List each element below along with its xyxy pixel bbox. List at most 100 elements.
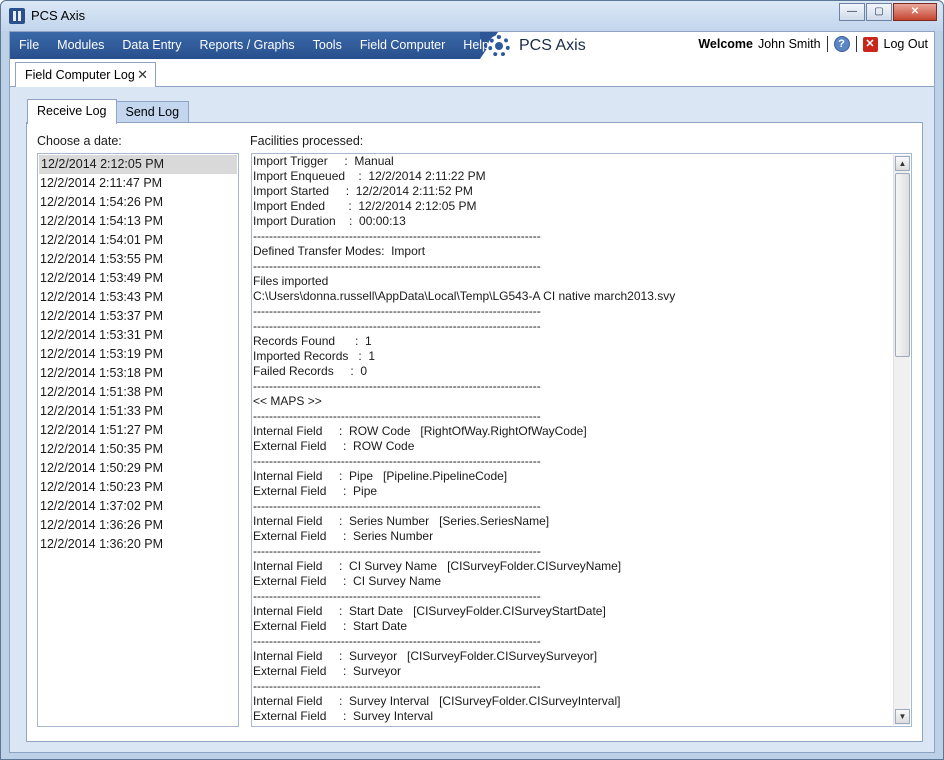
log-line: Internal Field : ROW Code [RightOfWay.Ri… bbox=[253, 424, 587, 438]
date-list-item[interactable]: 12/2/2014 1:53:18 PM bbox=[38, 364, 238, 383]
date-list-item[interactable]: 12/2/2014 1:54:01 PM bbox=[38, 231, 238, 250]
log-line: Import Enqueued : 12/2/2014 2:11:22 PM bbox=[253, 169, 486, 183]
close-tab-icon[interactable]: ✕ bbox=[137, 63, 148, 87]
log-line: ----------------------------------------… bbox=[253, 499, 541, 513]
log-line: External Field : Pipe bbox=[253, 484, 378, 498]
minimize-button[interactable]: — bbox=[839, 3, 865, 21]
date-list[interactable]: 12/2/2014 2:12:05 PM 12/2/2014 2:11:47 PM… bbox=[37, 153, 239, 727]
user-area: Welcome John Smith ? ✕ Log Out bbox=[698, 36, 928, 52]
log-line: ----------------------------------------… bbox=[253, 319, 541, 333]
window-title: PCS Axis bbox=[31, 8, 86, 23]
date-list-item[interactable]: 12/2/2014 1:53:55 PM bbox=[38, 250, 238, 269]
log-line: ----------------------------------------… bbox=[253, 454, 541, 468]
date-list-item[interactable]: 12/2/2014 1:51:27 PM bbox=[38, 421, 238, 440]
log-line: External Field : Surveyor bbox=[253, 664, 402, 678]
menu-tools[interactable]: Tools bbox=[304, 32, 351, 59]
scroll-thumb[interactable] bbox=[895, 173, 910, 357]
divider bbox=[826, 36, 828, 52]
date-list-item[interactable]: 12/2/2014 1:53:37 PM bbox=[38, 307, 238, 326]
log-line: Imported Records : 1 bbox=[253, 349, 376, 363]
tab-receive-log[interactable]: Receive Log bbox=[27, 99, 117, 124]
title-bar[interactable]: PCS Axis — ▢ ✕ bbox=[1, 1, 943, 31]
log-line: Files imported bbox=[253, 274, 329, 288]
log-line: Internal Field : Surveyor [CISurveyFolde… bbox=[253, 649, 598, 663]
date-list-item[interactable]: 12/2/2014 1:53:31 PM bbox=[38, 326, 238, 345]
log-line: Internal Field : Series Number [Series.S… bbox=[253, 514, 550, 528]
log-line: Defined Transfer Modes: Import bbox=[253, 244, 426, 258]
menu-bar: File Modules Data Entry Reports / Graphs… bbox=[10, 32, 934, 59]
log-line: ----------------------------------------… bbox=[253, 259, 541, 273]
log-line: ----------------------------------------… bbox=[253, 589, 541, 603]
document-body: Receive Log Send Log Choose a date: 12/2… bbox=[10, 87, 934, 752]
maximize-button[interactable]: ▢ bbox=[866, 3, 892, 21]
date-list-item[interactable]: 12/2/2014 1:36:20 PM bbox=[38, 535, 238, 554]
main-menu: File Modules Data Entry Reports / Graphs… bbox=[10, 32, 498, 59]
date-list-item[interactable]: 12/2/2014 2:11:47 PM bbox=[38, 174, 238, 193]
log-line: ----------------------------------------… bbox=[253, 304, 541, 318]
log-line: ----------------------------------------… bbox=[253, 679, 541, 693]
date-list-item[interactable]: 12/2/2014 1:50:23 PM bbox=[38, 478, 238, 497]
document-tabs: Field Computer Log ✕ bbox=[10, 59, 934, 88]
log-line: External Field : CI Survey Name bbox=[253, 574, 442, 588]
vertical-scrollbar[interactable]: ▲ ▼ bbox=[893, 155, 910, 725]
log-line: Import Started : 12/2/2014 2:11:52 PM bbox=[253, 184, 473, 198]
date-list-item[interactable]: 12/2/2014 2:12:05 PM bbox=[39, 155, 237, 174]
tab-field-computer-log[interactable]: Field Computer Log ✕ bbox=[15, 62, 156, 88]
scroll-down-icon[interactable]: ▼ bbox=[895, 709, 910, 724]
log-line: Import Duration : 00:00:13 bbox=[253, 214, 406, 228]
log-line: ----------------------------------------… bbox=[253, 544, 541, 558]
log-line: << MAPS >> bbox=[253, 394, 322, 408]
app-logo-icon bbox=[9, 8, 25, 24]
date-list-item[interactable]: 12/2/2014 1:50:35 PM bbox=[38, 440, 238, 459]
log-line: ----------------------------------------… bbox=[253, 379, 541, 393]
close-window-button[interactable]: ✕ bbox=[893, 3, 937, 21]
date-list-item[interactable]: 12/2/2014 1:54:26 PM bbox=[38, 193, 238, 212]
date-list-item[interactable]: 12/2/2014 1:53:43 PM bbox=[38, 288, 238, 307]
log-content: Import Trigger : Manual Import Enqueued :… bbox=[252, 154, 892, 724]
date-list-item[interactable]: 12/2/2014 1:51:33 PM bbox=[38, 402, 238, 421]
menu-modules[interactable]: Modules bbox=[48, 32, 113, 59]
welcome-label: Welcome bbox=[698, 37, 753, 51]
log-line: Import Trigger : Manual bbox=[253, 154, 394, 168]
menu-reports-graphs[interactable]: Reports / Graphs bbox=[190, 32, 303, 59]
log-line: External Field : Survey Interval bbox=[253, 709, 434, 723]
logout-icon[interactable]: ✕ bbox=[862, 36, 878, 52]
date-list-item[interactable]: 12/2/2014 1:37:02 PM bbox=[38, 497, 238, 516]
pcs-logo-icon bbox=[488, 35, 510, 57]
brand-name: PCS Axis bbox=[519, 37, 586, 54]
log-line: Failed Records : 0 bbox=[253, 364, 368, 378]
brand: PCS Axis bbox=[488, 35, 586, 57]
tab-send-log[interactable]: Send Log bbox=[115, 101, 190, 123]
date-list-item[interactable]: 12/2/2014 1:53:49 PM bbox=[38, 269, 238, 288]
log-textbox[interactable]: Import Trigger : Manual Import Enqueued :… bbox=[251, 153, 912, 727]
logout-link[interactable]: Log Out bbox=[884, 37, 928, 51]
date-list-item[interactable]: 12/2/2014 1:50:29 PM bbox=[38, 459, 238, 478]
menu-field-computer[interactable]: Field Computer bbox=[351, 32, 454, 59]
menu-file[interactable]: File bbox=[10, 32, 48, 59]
receive-log-panel: Choose a date: 12/2/2014 2:12:05 PM 12/2/… bbox=[26, 122, 923, 742]
menu-data-entry[interactable]: Data Entry bbox=[113, 32, 190, 59]
log-line: Records Found : 1 bbox=[253, 334, 372, 348]
log-line: Internal Field : Survey Interval [CISurv… bbox=[253, 694, 621, 708]
log-line: External Field : Start Date bbox=[253, 619, 408, 633]
date-list-item[interactable]: 12/2/2014 1:53:19 PM bbox=[38, 345, 238, 364]
log-line: ----------------------------------------… bbox=[253, 634, 541, 648]
log-line: Import Ended : 12/2/2014 2:12:05 PM bbox=[253, 199, 477, 213]
log-line: Internal Field : CI Survey Name [CISurve… bbox=[253, 559, 622, 573]
app-window: PCS Axis — ▢ ✕ File Modules Data Entry R… bbox=[0, 0, 944, 760]
tab-label: Field Computer Log bbox=[25, 68, 135, 82]
log-line: ----------------------------------------… bbox=[253, 229, 541, 243]
log-line: External Field : Series Number bbox=[253, 529, 434, 543]
help-icon[interactable]: ? bbox=[833, 36, 850, 52]
log-line: ----------------------------------------… bbox=[253, 409, 541, 423]
log-tabs: Receive Log Send Log bbox=[27, 99, 190, 124]
scroll-up-icon[interactable]: ▲ bbox=[895, 156, 910, 171]
date-list-item[interactable]: 12/2/2014 1:54:13 PM bbox=[38, 212, 238, 231]
date-list-item[interactable]: 12/2/2014 1:51:38 PM bbox=[38, 383, 238, 402]
client-area: File Modules Data Entry Reports / Graphs… bbox=[9, 31, 935, 753]
log-line: Internal Field : Start Date [CISurveyFol… bbox=[253, 604, 606, 618]
log-line: External Field : ROW Code bbox=[253, 439, 415, 453]
date-list-item[interactable]: 12/2/2014 1:36:26 PM bbox=[38, 516, 238, 535]
log-line: Internal Field : Pipe [Pipeline.Pipeline… bbox=[253, 469, 508, 483]
log-line: C:\Users\donna.russell\AppData\Local\Tem… bbox=[253, 289, 676, 303]
